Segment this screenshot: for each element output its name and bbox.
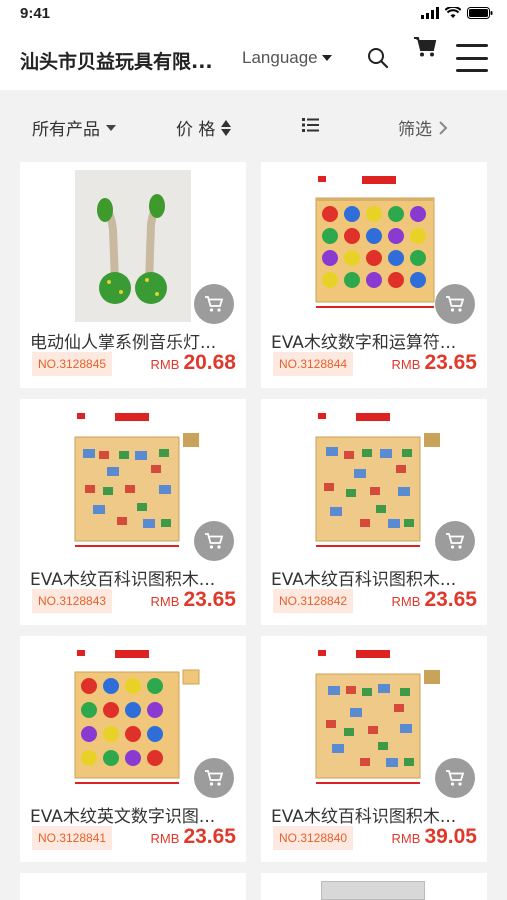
add-to-cart-button[interactable]: [435, 758, 475, 798]
add-to-cart-button[interactable]: [194, 521, 234, 561]
price-amount: 39.05: [424, 825, 477, 848]
cart-button[interactable]: [413, 36, 437, 58]
cart-icon: [414, 37, 437, 57]
price-amount: 23.65: [183, 588, 236, 611]
menu-button[interactable]: [456, 44, 488, 72]
product-card[interactable]: EVA木纹英文数字识图... NO.3128841 RMB 23.65: [20, 636, 246, 862]
caret-down-icon: [106, 124, 116, 131]
product-name: 电动仙人掌系例音乐灯...: [30, 333, 217, 353]
all-products-dropdown[interactable]: 所有产品: [32, 115, 116, 140]
status-bar: 9:41: [0, 0, 507, 30]
product-image: [321, 881, 425, 900]
price-amount: 23.65: [424, 588, 477, 611]
cactus-toy-image: [75, 170, 191, 322]
sort-bar: 所有产品 价 格 筛选: [0, 90, 507, 162]
number-blocks-image: [304, 170, 444, 320]
caret-down-icon: [321, 55, 332, 61]
battery-icon: [467, 7, 493, 19]
wifi-icon: [445, 7, 461, 18]
product-card[interactable]: EVA木纹百科识图积木... NO.3128842 RMB 23.65: [261, 399, 487, 625]
product-card[interactable]: 电动仙人掌系例音乐灯... NO.3128845 RMB 20.68: [20, 162, 246, 388]
language-label: Language: [242, 48, 318, 67]
price-amount: 20.68: [183, 351, 236, 374]
store-title: 汕头市贝益玩具有限...: [20, 51, 213, 73]
chevron-right-icon: [439, 120, 448, 135]
menu-icon-bar: [456, 56, 488, 60]
picture-blocks-image: [304, 407, 444, 557]
menu-icon-bar: [456, 44, 488, 47]
product-number: NO.3128841: [32, 826, 113, 850]
add-to-cart-button[interactable]: [435, 521, 475, 561]
price-sort-label: 价 格: [176, 120, 216, 140]
price-currency: RMB: [150, 594, 180, 609]
language-button[interactable]: Language: [242, 48, 332, 68]
product-price: RMB 23.65: [151, 825, 236, 849]
price-sort-button[interactable]: 价 格: [176, 115, 232, 140]
status-time: 9:41: [20, 5, 51, 22]
product-price: RMB 23.65: [392, 351, 477, 375]
search-button[interactable]: [366, 46, 390, 70]
filter-button[interactable]: 筛选: [398, 115, 448, 140]
all-products-label: 所有产品: [32, 120, 100, 140]
filter-label: 筛选: [398, 120, 432, 140]
product-price: RMB 23.65: [392, 588, 477, 612]
product-card[interactable]: EVA木纹数字和运算符... NO.3128844 RMB 23.65: [261, 162, 487, 388]
product-price: RMB 20.68: [151, 351, 236, 375]
cart-icon: [446, 533, 465, 549]
search-icon: [368, 48, 389, 69]
product-name: EVA木纹百科识图积木...: [30, 570, 216, 590]
picture-blocks-image: [304, 644, 444, 794]
product-card[interactable]: EVA木纹百科识图积木... NO.3128843 RMB 23.65: [20, 399, 246, 625]
add-to-cart-button[interactable]: [194, 758, 234, 798]
price-currency: RMB: [150, 831, 180, 846]
cart-icon: [446, 770, 465, 786]
app-header: 汕头市贝益玩具有限... Language: [0, 30, 507, 90]
status-icons: [421, 7, 493, 19]
product-number: NO.3128840: [273, 826, 354, 850]
product-number: NO.3128844: [273, 352, 354, 376]
price-amount: 23.65: [424, 351, 477, 374]
cart-icon: [205, 533, 224, 549]
price-amount: 23.65: [183, 825, 236, 848]
product-number: NO.3128842: [273, 589, 354, 613]
signal-icon: [421, 7, 439, 19]
product-card[interactable]: [20, 873, 246, 900]
list-view-toggle[interactable]: [302, 117, 320, 133]
sort-arrows-icon: [221, 119, 232, 136]
price-currency: RMB: [391, 594, 421, 609]
list-view-icon: [302, 118, 319, 132]
cart-icon: [205, 296, 224, 312]
product-price: RMB 39.05: [392, 825, 477, 849]
product-name: EVA木纹英文数字识图...: [30, 807, 216, 827]
price-currency: RMB: [391, 357, 421, 372]
menu-icon-bar: [456, 69, 488, 72]
product-number: NO.3128843: [32, 589, 113, 613]
letter-blocks-image: [63, 644, 203, 794]
product-number: NO.3128845: [32, 352, 113, 376]
cart-icon: [446, 296, 465, 312]
cart-icon: [205, 770, 224, 786]
add-to-cart-button[interactable]: [435, 284, 475, 324]
product-card[interactable]: [261, 873, 487, 900]
product-price: RMB 23.65: [151, 588, 236, 612]
product-name: EVA木纹百科识图积木...: [271, 807, 457, 827]
product-name: EVA木纹数字和运算符...: [271, 333, 457, 353]
product-card[interactable]: EVA木纹百科识图积木... NO.3128840 RMB 39.05: [261, 636, 487, 862]
add-to-cart-button[interactable]: [194, 284, 234, 324]
price-currency: RMB: [391, 831, 421, 846]
price-currency: RMB: [150, 357, 180, 372]
product-name: EVA木纹百科识图积木...: [271, 570, 457, 590]
picture-blocks-image: [63, 407, 203, 557]
